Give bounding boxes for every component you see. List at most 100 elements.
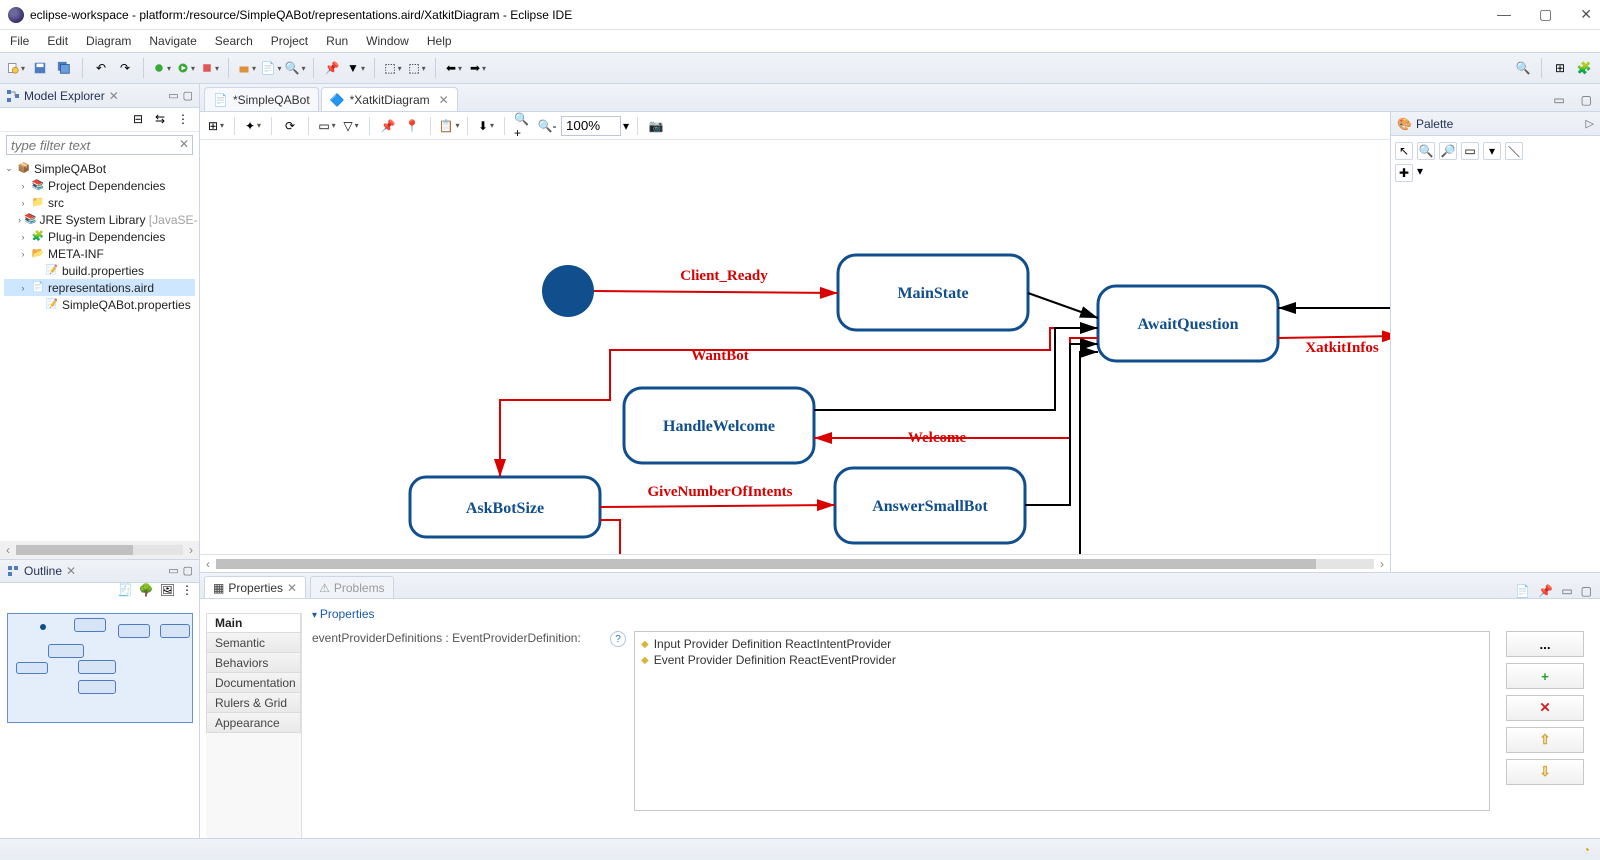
edge-small-to-await[interactable] xyxy=(1025,344,1098,505)
menu-run[interactable]: Run xyxy=(326,34,348,48)
snapshot-button[interactable]: 📷 xyxy=(646,116,666,136)
menu-diagram[interactable]: Diagram xyxy=(86,34,131,48)
filter-button[interactable]: ▼ xyxy=(346,58,366,78)
outline-mode-2-icon[interactable]: 🌳 xyxy=(139,583,154,605)
filters-button[interactable]: ▽ xyxy=(341,116,361,136)
tree-item[interactable]: Plug-in Dependencies xyxy=(48,230,165,244)
outline-mode-3-icon[interactable]: 🖼 xyxy=(160,583,175,605)
palette-line-tool[interactable]: ＼ xyxy=(1505,142,1523,160)
list-item[interactable]: Input Provider Definition ReactIntentPro… xyxy=(641,636,1483,652)
diagram-canvas[interactable]: MainState AwaitQuestion GiveInfos Handle… xyxy=(200,140,1390,554)
open-type-button[interactable]: 📄 xyxy=(261,58,281,78)
palette-collapse-icon[interactable]: ▷ xyxy=(1586,117,1594,130)
edge-givenumberofintents-2[interactable] xyxy=(600,520,835,554)
move-down-button[interactable]: ⇩ xyxy=(1506,759,1584,785)
view-menu-icon[interactable]: ⋮ xyxy=(177,112,193,128)
canvas-horizontal-scrollbar[interactable]: ‹ › xyxy=(200,554,1390,572)
open-perspective-icon[interactable]: ⊞ xyxy=(1550,58,1570,78)
edge-client-ready[interactable] xyxy=(594,291,838,293)
palette-generic-dd[interactable]: ▾ xyxy=(1417,164,1423,182)
refresh-button[interactable]: ⟳ xyxy=(280,116,300,136)
tree-item[interactable]: build.properties xyxy=(62,264,144,278)
quick-access-icon[interactable]: 🔍 xyxy=(1513,58,1533,78)
palette-zoom-out-tool[interactable]: 🔎 xyxy=(1439,142,1457,160)
menu-window[interactable]: Window xyxy=(366,34,409,48)
explorer-horizontal-scrollbar[interactable]: ‹› xyxy=(0,541,199,559)
tree-filter-input[interactable] xyxy=(6,135,193,155)
undo-button[interactable]: ↶ xyxy=(91,58,111,78)
add-button[interactable]: + xyxy=(1506,663,1584,689)
more-button[interactable]: ... xyxy=(1506,631,1584,657)
zoom-dropdown-icon[interactable]: ▾ xyxy=(623,119,629,133)
tree-item[interactable]: src xyxy=(48,196,64,210)
new-view-icon[interactable]: 📄 xyxy=(1515,584,1530,598)
close-button[interactable]: ✕ xyxy=(1580,6,1592,23)
prop-cat-rulersgrid[interactable]: Rulers & Grid xyxy=(206,693,301,713)
help-icon[interactable]: ? xyxy=(610,631,626,647)
edge-givenumberofintents-1[interactable] xyxy=(600,505,835,507)
back-button[interactable]: ⬅ xyxy=(444,58,464,78)
outline-menu-icon[interactable]: ⋮ xyxy=(181,583,193,605)
prop-cat-documentation[interactable]: Documentation xyxy=(206,673,301,693)
zoom-out-button[interactable]: 🔍- xyxy=(537,116,557,136)
edge-main-to-await[interactable] xyxy=(1028,293,1098,318)
editor-min-icon[interactable]: ▭ xyxy=(1545,89,1572,111)
max-view-icon[interactable]: ▢ xyxy=(1581,584,1592,598)
menu-edit[interactable]: Edit xyxy=(47,34,68,48)
save-button[interactable] xyxy=(30,58,50,78)
menu-search[interactable]: Search xyxy=(215,34,253,48)
tree-root[interactable]: SimpleQABot xyxy=(34,162,106,176)
node-start[interactable] xyxy=(542,265,594,317)
plugin-perspective-icon[interactable]: 🧩 xyxy=(1574,58,1594,78)
outline-min-icon[interactable]: ▭ xyxy=(168,564,178,577)
move-up-button[interactable]: ⇧ xyxy=(1506,727,1584,753)
pin-diagram-button[interactable]: 📌 xyxy=(378,116,398,136)
palette-zoom-in-tool[interactable]: 🔍 xyxy=(1417,142,1435,160)
edge-xatkitinfos[interactable] xyxy=(1278,336,1390,338)
minimize-button[interactable]: — xyxy=(1497,6,1511,23)
layers-button[interactable]: ▭ xyxy=(317,116,337,136)
editor-button[interactable]: ⬚ xyxy=(407,58,427,78)
tree-item[interactable]: META-INF xyxy=(48,247,104,261)
properties-tab[interactable]: ▦ Properties ✕ xyxy=(204,576,306,598)
zoom-in-button[interactable]: 🔍+ xyxy=(513,116,533,136)
close-tab-icon[interactable]: ✕ xyxy=(439,93,449,107)
search-button[interactable]: 🔍 xyxy=(285,58,305,78)
close-view-icon[interactable]: ✕ xyxy=(109,89,119,103)
properties-section-title[interactable]: Properties xyxy=(312,607,1590,621)
palette-select-tool[interactable]: ↖ xyxy=(1395,142,1413,160)
edge-big-to-await[interactable] xyxy=(1025,352,1098,554)
project-tree[interactable]: ⌄ 📦 SimpleQABot ›📚Project Dependencies ›… xyxy=(0,158,199,319)
new-plugin-button[interactable] xyxy=(237,58,257,78)
debug-button[interactable] xyxy=(152,58,172,78)
tree-item[interactable]: SimpleQABot.properties xyxy=(62,298,191,312)
paste-layout-button[interactable]: 📋 xyxy=(439,116,459,136)
pin-view-icon[interactable]: 📌 xyxy=(1538,584,1553,598)
select-button[interactable]: ✦ xyxy=(243,116,263,136)
palette-generic-tool[interactable]: ✚ xyxy=(1395,164,1413,182)
redo-button[interactable]: ↷ xyxy=(115,58,135,78)
editor-tab-xatkitdiagram[interactable]: 🔷 *XatkitDiagram ✕ xyxy=(321,87,458,111)
maximize-button[interactable]: ▢ xyxy=(1539,6,1552,23)
export-button[interactable]: ⬇ xyxy=(476,116,496,136)
unpin-button[interactable]: 📍 xyxy=(402,116,422,136)
maximize-view-icon[interactable]: ▢ xyxy=(183,89,193,102)
run-last-button[interactable] xyxy=(200,58,220,78)
property-listbox[interactable]: Input Provider Definition ReactIntentPro… xyxy=(634,631,1490,811)
min-view-icon[interactable]: ▭ xyxy=(1561,584,1572,598)
palette-note-dd[interactable]: ▾ xyxy=(1483,142,1501,160)
tree-item-selected[interactable]: representations.aird xyxy=(48,281,154,295)
arrange-button[interactable]: ⊞ xyxy=(206,116,226,136)
perspective-button[interactable]: ⬚ xyxy=(383,58,403,78)
tree-item[interactable]: Project Dependencies xyxy=(48,179,165,193)
remove-button[interactable]: ✕ xyxy=(1506,695,1584,721)
forward-button[interactable]: ➡ xyxy=(468,58,488,78)
clear-filter-icon[interactable]: ✕ xyxy=(179,137,189,151)
list-item[interactable]: Event Provider Definition ReactEventProv… xyxy=(641,652,1483,668)
prop-cat-main[interactable]: Main xyxy=(206,613,301,633)
menu-project[interactable]: Project xyxy=(271,34,308,48)
edge-welcome-to-await[interactable] xyxy=(814,328,1098,410)
link-editor-icon[interactable]: ⇆ xyxy=(155,112,171,128)
minimize-view-icon[interactable]: ▭ xyxy=(168,89,178,102)
outline-thumbnail[interactable] xyxy=(0,605,199,839)
